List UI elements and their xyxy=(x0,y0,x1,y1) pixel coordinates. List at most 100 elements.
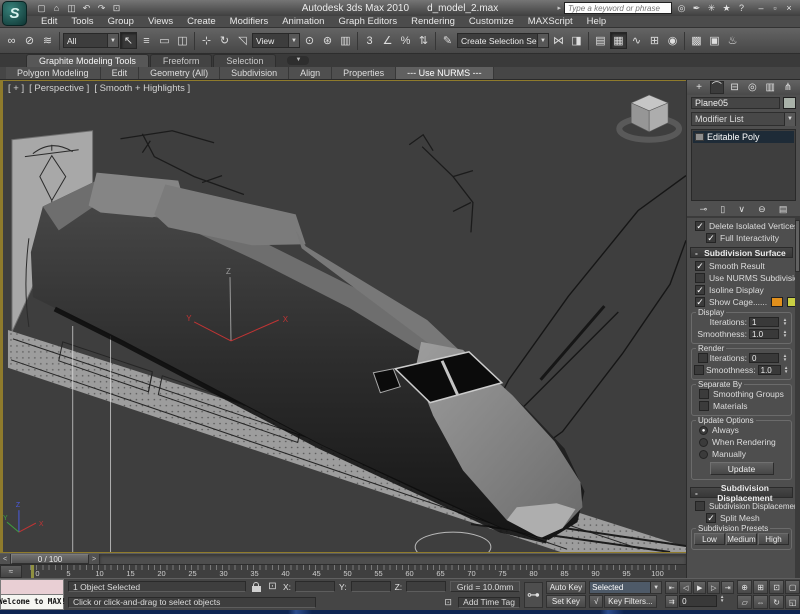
default-in-out-tangent-button[interactable]: √ xyxy=(589,595,603,608)
checkbox-icon[interactable]: ✓ xyxy=(695,221,705,231)
key-filters-button[interactable]: Key Filters... xyxy=(604,595,656,608)
listener-macro-row[interactable] xyxy=(0,579,64,595)
use-pivot-center-icon[interactable]: ⊙ xyxy=(301,32,318,49)
tab-selection[interactable]: Selection xyxy=(213,54,276,67)
update-button[interactable]: Update xyxy=(710,462,774,475)
hierarchy-tab[interactable]: ⊟ xyxy=(728,81,742,94)
menu-item[interactable]: Rendering xyxy=(404,16,462,27)
spinner-arrows-icon[interactable]: ▲▼ xyxy=(781,318,789,326)
schematic-view-icon[interactable]: ⊞ xyxy=(646,32,663,49)
time-slider-track[interactable] xyxy=(100,554,686,565)
align-icon[interactable]: ◨ xyxy=(568,32,585,49)
zoom-button[interactable]: ⊕ xyxy=(737,580,752,594)
reference-coordinate-dropdown[interactable]: View▼ xyxy=(252,33,300,48)
redo-icon[interactable]: ↷ xyxy=(95,2,108,14)
zoom-region-button[interactable]: ▢ xyxy=(785,580,800,594)
set-key-button[interactable]: Set Key xyxy=(546,595,586,608)
select-manipulate-icon[interactable]: ⊛ xyxy=(319,32,336,49)
menu-item[interactable]: MAXScript xyxy=(521,16,580,27)
welcome-to-max-button[interactable]: Welcome to MAX! xyxy=(0,595,64,610)
pin-stack-icon[interactable]: ⊸ xyxy=(700,204,708,215)
snaps-toggle-icon[interactable]: 3 xyxy=(361,32,378,49)
motion-tab[interactable]: ◎ xyxy=(745,81,759,94)
render-smoothness-checkbox[interactable] xyxy=(694,365,704,375)
search-input[interactable] xyxy=(564,2,672,14)
orbit-button[interactable]: ↻ xyxy=(769,595,784,609)
preset-button[interactable]: High xyxy=(758,533,789,545)
materials-checkbox[interactable]: Materials xyxy=(694,400,789,412)
panel-polygon-modeling[interactable]: Polygon Modeling xyxy=(6,67,101,79)
new-scene-icon[interactable]: ▢ xyxy=(35,2,48,14)
layer-manager-icon[interactable]: ▤ xyxy=(592,32,609,49)
tab-freeform[interactable]: Freeform xyxy=(150,54,213,67)
zoom-all-button[interactable]: ⊞ xyxy=(753,580,768,594)
keyboard-override-icon[interactable]: ▥ xyxy=(337,32,354,49)
help-icon[interactable]: ? xyxy=(735,3,748,14)
menu-item[interactable]: Group xyxy=(101,16,141,27)
next-frame-arrow[interactable]: > xyxy=(89,554,100,565)
create-tab[interactable]: + xyxy=(692,81,706,94)
edit-named-sets-icon[interactable]: ✎ xyxy=(439,32,456,49)
communication-center-icon[interactable]: ✳ xyxy=(705,3,718,14)
preset-button[interactable]: Medium xyxy=(726,533,757,545)
manually-radio[interactable]: Manually xyxy=(694,448,789,460)
open-file-icon[interactable]: ⌂ xyxy=(50,2,63,14)
render-production-icon[interactable]: ♨ xyxy=(724,32,741,49)
selection-filter-dropdown[interactable]: All▼ xyxy=(63,33,119,48)
go-to-end-button[interactable]: ⇥ xyxy=(721,581,734,594)
material-editor-icon[interactable]: ◉ xyxy=(664,32,681,49)
select-move-icon[interactable]: ⊹ xyxy=(198,32,215,49)
graphite-toggle-icon[interactable]: ▦ xyxy=(610,32,627,49)
unlink-selection-icon[interactable]: ⊘ xyxy=(21,32,38,49)
spinner-arrows-icon[interactable]: ▲▼ xyxy=(783,366,789,374)
show-cage-checkbox[interactable]: ✓ Show Cage...... xyxy=(690,296,793,308)
render-iterations-checkbox[interactable] xyxy=(698,353,708,363)
restore-button[interactable]: ▫ xyxy=(770,3,780,13)
render-iterations-field[interactable]: 0 xyxy=(749,353,779,363)
cage-color-swatch[interactable] xyxy=(771,297,783,307)
subscription-center-icon[interactable]: ✒ xyxy=(690,3,703,14)
checkbox-icon[interactable]: ✓ xyxy=(706,233,716,243)
viewport-menu-shading[interactable]: [ Smooth + Highlights ] xyxy=(94,83,190,94)
always-radio[interactable]: ● Always xyxy=(694,424,789,436)
menu-item[interactable]: Graph Editors xyxy=(331,16,404,27)
zoom-extents-all-button[interactable]: ⊡ xyxy=(769,580,784,594)
panel-geometry-all[interactable]: Geometry (All) xyxy=(139,67,220,79)
viewport-menu-pov[interactable]: [ Perspective ] xyxy=(29,83,89,94)
spinner-snap-icon[interactable]: ⇅ xyxy=(415,32,432,49)
panel-edit[interactable]: Edit xyxy=(101,67,140,79)
spinner-arrows-icon[interactable]: ▲▼ xyxy=(718,595,726,608)
curve-editor-icon[interactable]: ∿ xyxy=(628,32,645,49)
time-tag-icon[interactable]: ⊡ xyxy=(442,597,454,608)
smoothing-groups-checkbox[interactable]: Smoothing Groups xyxy=(694,388,789,400)
minimize-button[interactable]: – xyxy=(756,3,766,13)
make-unique-icon[interactable]: ∨ xyxy=(738,204,745,215)
key-mode-toggle-button[interactable]: ⇉ xyxy=(665,595,678,608)
current-frame-field[interactable]: 0 xyxy=(679,595,717,607)
go-to-start-button[interactable]: ⇤ xyxy=(665,581,678,594)
smooth-result-checkbox[interactable]: ✓ Smooth Result xyxy=(690,260,793,272)
window-crossing-icon[interactable]: ◫ xyxy=(174,32,191,49)
previous-frame-button[interactable]: ◁ xyxy=(679,581,692,594)
spinner-arrows-icon[interactable]: ▲▼ xyxy=(781,354,789,362)
menu-item[interactable]: Views xyxy=(141,16,180,27)
select-object-icon[interactable]: ↖ xyxy=(120,32,137,49)
stack-item-editable-poly[interactable]: Editable Poly xyxy=(693,131,794,143)
previous-frame-arrow[interactable]: < xyxy=(0,554,11,565)
close-button[interactable]: × xyxy=(784,3,794,13)
angle-snap-icon[interactable]: ∠ xyxy=(379,32,396,49)
menu-item[interactable]: Modifiers xyxy=(223,16,276,27)
panel-use-nurms[interactable]: --- Use NURMS --- xyxy=(396,67,494,79)
modify-tab[interactable]: ⌒ xyxy=(710,81,724,94)
display-smoothness-field[interactable]: 1.0 xyxy=(749,329,779,339)
x-coordinate-field[interactable] xyxy=(295,581,335,592)
chevron-down-icon[interactable]: ▼ xyxy=(650,582,661,593)
menu-item[interactable]: Animation xyxy=(275,16,331,27)
selection-lock-icon[interactable] xyxy=(250,582,262,592)
chevron-down-icon[interactable]: ▼ xyxy=(537,34,548,47)
infocenter-collapse-icon[interactable]: ▸ xyxy=(557,4,561,12)
viewport-menu-plus[interactable]: [ + ] xyxy=(8,83,24,94)
perspective-viewport[interactable]: [ + ] [ Perspective ] [ Smooth + Highlig… xyxy=(0,80,686,553)
add-time-tag-field[interactable]: Add Time Tag xyxy=(458,597,520,608)
mirror-icon[interactable]: ⋈ xyxy=(550,32,567,49)
